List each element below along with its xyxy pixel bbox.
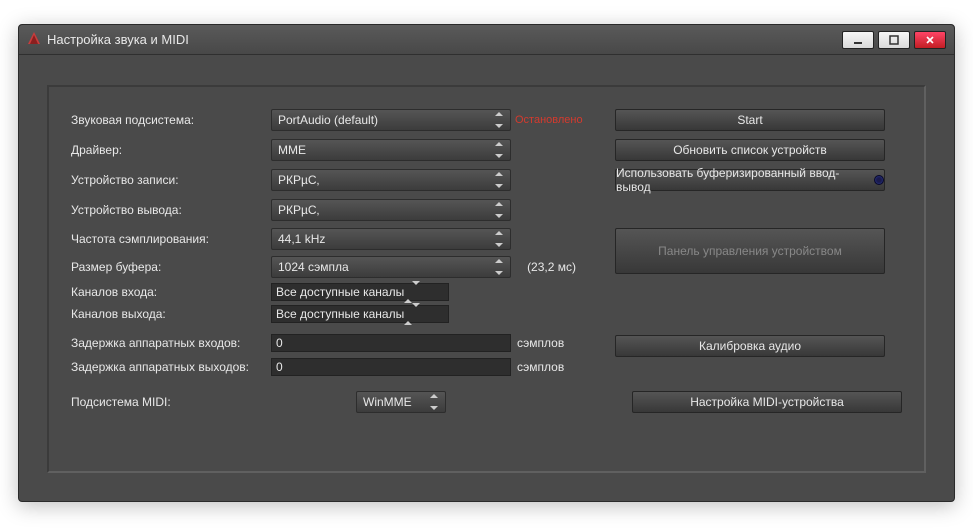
titlebar[interactable]: Настройка звука и MIDI: [19, 25, 954, 55]
minimize-button[interactable]: [842, 31, 874, 49]
unit-samples: сэмплов: [517, 360, 564, 374]
label-in-latency: Задержка аппаратных входов:: [71, 336, 271, 350]
label-out-device: Устройство вывода:: [71, 203, 271, 217]
window-title: Настройка звука и MIDI: [47, 32, 842, 47]
close-button[interactable]: [914, 31, 946, 49]
chevron-updown-icon: [495, 202, 507, 218]
label-in-channels: Каналов входа:: [71, 285, 271, 299]
chevron-updown-icon: [404, 307, 420, 321]
chevron-updown-icon: [404, 285, 420, 299]
client-area: Звуковая подсистема: PortAudio (default)…: [47, 85, 926, 473]
driver-value: MME: [278, 143, 504, 157]
calibrate-audio-button[interactable]: Калибровка аудио: [615, 335, 885, 357]
refresh-devices-button[interactable]: Обновить список устройств: [615, 139, 885, 161]
midi-subsystem-select[interactable]: WinMME: [356, 391, 446, 413]
chevron-updown-icon: [495, 142, 507, 158]
start-button[interactable]: Start: [615, 109, 885, 131]
output-device-select[interactable]: РКРµС‚: [271, 199, 511, 221]
output-channels-combo[interactable]: Все доступные каналы: [271, 305, 449, 323]
label-sample-rate: Частота сэмплирования:: [71, 232, 271, 246]
input-channels-combo[interactable]: Все доступные каналы: [271, 283, 449, 301]
calibrate-audio-label: Калибровка аудио: [699, 339, 801, 353]
recording-device-select[interactable]: РКРµС‚: [271, 169, 511, 191]
input-latency-field[interactable]: [271, 334, 511, 352]
label-out-channels: Каналов выхода:: [71, 307, 271, 321]
output-latency-field[interactable]: [271, 358, 511, 376]
chevron-updown-icon: [495, 112, 507, 128]
output-device-value: РКРµС‚: [278, 203, 504, 217]
input-channels-value: Все доступные каналы: [276, 285, 404, 299]
label-driver: Драйвер:: [71, 143, 271, 157]
app-icon: [27, 31, 41, 48]
output-channels-value: Все доступные каналы: [276, 307, 404, 321]
dialog-window: Настройка звука и MIDI Звуковая подсисте…: [18, 24, 955, 502]
driver-select[interactable]: MME: [271, 139, 511, 161]
sample-rate-value: 44,1 kHz: [278, 232, 504, 246]
midi-subsystem-value: WinMME: [363, 395, 439, 409]
buffered-io-toggle[interactable]: Использовать буферизированный ввод-вывод: [615, 169, 885, 191]
toggle-indicator-icon: [874, 175, 884, 185]
buffer-size-value: 1024 сэмпла: [278, 260, 504, 274]
buffer-size-select[interactable]: 1024 сэмпла: [271, 256, 511, 278]
device-control-panel-button[interactable]: Панель управления устройством: [615, 228, 885, 274]
audio-subsystem-select[interactable]: PortAudio (default): [271, 109, 511, 131]
refresh-devices-label: Обновить список устройств: [673, 143, 827, 157]
buffered-io-label: Использовать буферизированный ввод-вывод: [616, 166, 866, 194]
chevron-updown-icon: [495, 172, 507, 188]
label-midi-subsystem: Подсистема MIDI:: [71, 395, 271, 409]
chevron-updown-icon: [495, 259, 507, 275]
start-button-label: Start: [737, 113, 762, 127]
label-out-latency: Задержка аппаратных выходов:: [71, 360, 271, 374]
label-rec-device: Устройство записи:: [71, 173, 271, 187]
buffer-hint: (23,2 мс): [511, 260, 586, 274]
window-controls: [842, 31, 946, 49]
midi-setup-label: Настройка MIDI-устройства: [690, 395, 844, 409]
device-control-panel-label: Панель управления устройством: [658, 244, 842, 258]
midi-setup-button[interactable]: Настройка MIDI-устройства: [632, 391, 902, 413]
label-subsystem: Звуковая подсистема:: [71, 113, 271, 127]
sample-rate-select[interactable]: 44,1 kHz: [271, 228, 511, 250]
audio-subsystem-value: PortAudio (default): [278, 113, 504, 127]
recording-device-value: РКРµС‚: [278, 173, 504, 187]
unit-samples: сэмплов: [517, 336, 564, 350]
chevron-updown-icon: [430, 394, 442, 410]
maximize-button[interactable]: [878, 31, 910, 49]
status-text: Остановлено: [511, 114, 586, 126]
chevron-updown-icon: [495, 231, 507, 247]
label-buffer-size: Размер буфера:: [71, 260, 271, 274]
